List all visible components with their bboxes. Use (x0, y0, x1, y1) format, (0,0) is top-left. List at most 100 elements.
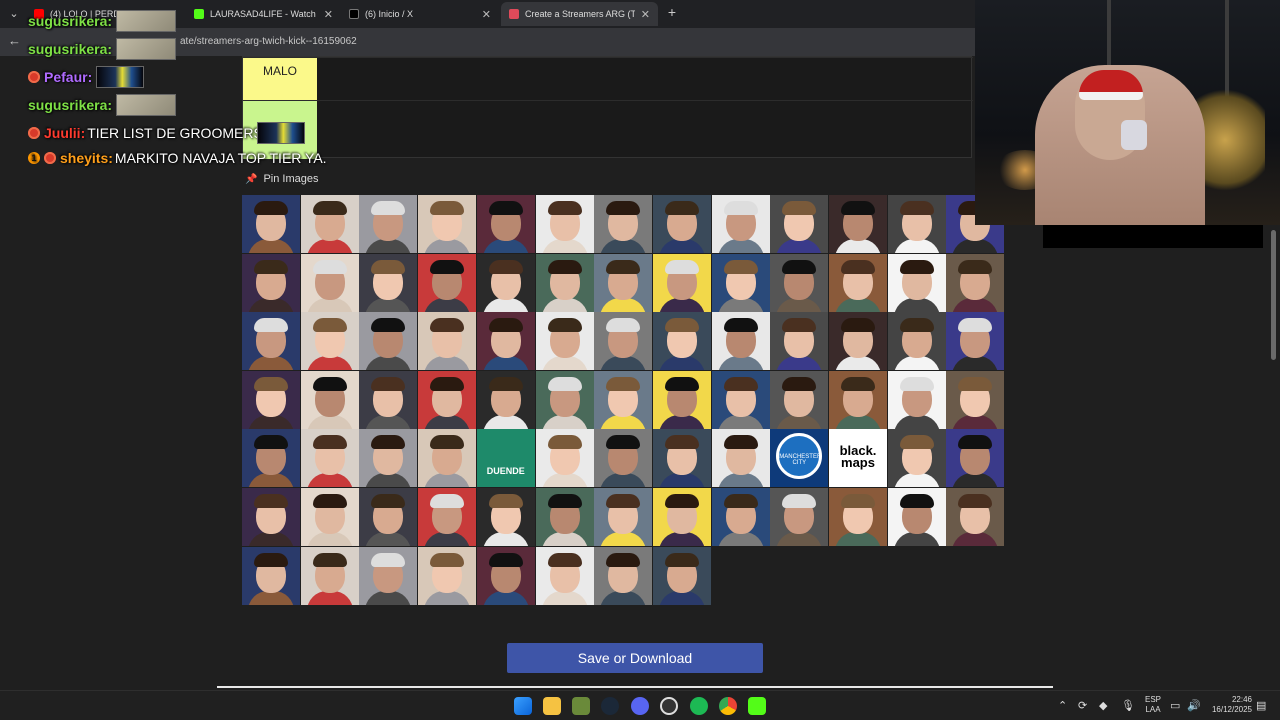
discord-icon[interactable] (631, 697, 649, 715)
security-icon[interactable]: ◆ (1099, 699, 1107, 712)
streamer-image-tile[interactable] (418, 370, 477, 429)
streamer-image-tile[interactable] (594, 312, 653, 371)
scrollbar-thumb[interactable] (1271, 230, 1276, 360)
spotify-icon[interactable] (690, 697, 708, 715)
streamer-image-tile[interactable] (535, 312, 594, 371)
streamer-image-tile[interactable] (711, 195, 770, 253)
streamer-image-tile[interactable] (300, 370, 359, 429)
streamer-image-tile[interactable] (418, 253, 477, 312)
streamer-image-tile[interactable] (535, 195, 594, 253)
system-clock[interactable]: 22:46 16/12/2025 (1206, 695, 1252, 715)
streamer-image-tile[interactable] (594, 546, 653, 605)
streamer-image-tile[interactable] (770, 370, 829, 429)
streamer-image-tile[interactable] (652, 488, 711, 546)
streamer-image-tile[interactable] (476, 546, 535, 605)
streamer-image-tile[interactable] (946, 488, 1005, 546)
windows-start-icon[interactable] (514, 697, 532, 715)
streamer-image-tile[interactable] (359, 312, 418, 371)
url-text[interactable]: ate/streamers-arg-twich-kick--16159062 (180, 36, 357, 47)
streamer-image-tile[interactable] (476, 195, 535, 253)
streamer-image-tile[interactable] (242, 370, 300, 429)
volume-icon[interactable]: 🔊 (1187, 699, 1201, 712)
streamer-image-tile[interactable] (711, 312, 770, 371)
streamer-image-tile[interactable] (359, 429, 418, 488)
streamer-image-tile[interactable] (652, 195, 711, 253)
streamer-image-tile[interactable] (594, 429, 653, 488)
streamer-image-tile[interactable] (418, 488, 477, 546)
streamer-image-tile[interactable] (476, 312, 535, 371)
new-tab-button[interactable]: + (664, 4, 680, 22)
streamer-image-tile[interactable] (711, 488, 770, 546)
obs-icon[interactable] (660, 697, 678, 715)
streamer-image-tile[interactable] (535, 429, 594, 488)
streamer-image-tile[interactable] (594, 253, 653, 312)
streamer-image-tile[interactable] (946, 370, 1005, 429)
streamer-image-tile[interactable] (535, 546, 594, 605)
back-arrow-icon[interactable]: ← (8, 33, 21, 48)
tab-laurasad4life[interactable]: LAURASAD4LIFE - Watch clips a ✕ (186, 2, 341, 26)
streamer-image-tile[interactable] (418, 195, 477, 253)
streamer-image-tile[interactable] (476, 253, 535, 312)
streamer-image-tile[interactable] (652, 429, 711, 488)
tier-label-malo[interactable]: MALO (243, 58, 317, 100)
streamer-image-tile[interactable]: black. maps (829, 429, 887, 488)
streamer-image-tile[interactable] (652, 312, 711, 371)
streamer-image-tile[interactable] (887, 370, 946, 429)
streamer-image-tile[interactable] (300, 253, 359, 312)
streamer-image-tile[interactable] (242, 253, 300, 312)
streamer-image-tile[interactable] (887, 312, 946, 371)
streamer-image-tile[interactable] (887, 195, 946, 253)
streamer-image-tile[interactable] (594, 370, 653, 429)
streamer-image-tile[interactable] (418, 546, 477, 605)
streamer-image-tile[interactable]: DUENDE (476, 429, 535, 488)
tier-row-malo[interactable]: MALO (243, 57, 973, 100)
streamer-image-tile[interactable] (359, 488, 418, 546)
streamer-image-tile[interactable] (418, 429, 477, 488)
streamer-image-tile[interactable] (829, 195, 887, 253)
streamer-image-tile[interactable] (476, 488, 535, 546)
streamer-image-tile[interactable] (652, 370, 711, 429)
streamer-image-tile[interactable] (652, 546, 711, 605)
streamer-image-tile[interactable] (242, 195, 300, 253)
streamer-image-tile[interactable] (829, 488, 887, 546)
streamer-image-tile[interactable] (711, 370, 770, 429)
close-tab-icon[interactable]: ✕ (482, 8, 491, 21)
streamer-image-tile[interactable] (242, 429, 300, 488)
streamer-image-tile[interactable] (300, 429, 359, 488)
pin-images-toggle[interactable]: 📌 Pin Images (245, 173, 318, 185)
streamer-image-tile[interactable] (359, 195, 418, 253)
streamer-image-tile[interactable] (887, 429, 946, 488)
file-explorer-icon[interactable] (543, 697, 561, 715)
streamer-image-tile[interactable] (946, 312, 1005, 371)
tab-search-chevron-icon[interactable]: ⌄ (4, 4, 24, 24)
streamer-image-tile[interactable] (359, 253, 418, 312)
tab-x-inicio[interactable]: (6) Inicio / X ✕ (341, 2, 499, 26)
tier-row-2[interactable] (243, 100, 973, 159)
save-download-button[interactable]: Save or Download (507, 643, 763, 673)
streamer-image-tile[interactable] (770, 195, 829, 253)
streamer-image-tile[interactable] (711, 429, 770, 488)
close-tab-icon[interactable]: ✕ (324, 8, 333, 21)
streamer-image-tile[interactable] (594, 195, 653, 253)
microphone-icon[interactable]: 🎙 (1121, 699, 1135, 712)
streamer-image-tile[interactable] (770, 312, 829, 371)
streamer-image-tile[interactable] (418, 312, 477, 371)
streamer-image-tile[interactable] (300, 195, 359, 253)
streamer-image-tile[interactable]: MANCHESTER CITY (770, 429, 829, 488)
streamer-image-tile[interactable] (300, 488, 359, 546)
streamer-image-tile[interactable] (829, 312, 887, 371)
kick-icon[interactable] (748, 697, 766, 715)
streamer-image-tile[interactable] (242, 488, 300, 546)
streamer-image-tile[interactable] (242, 312, 300, 371)
steam-icon[interactable] (601, 697, 619, 715)
streamer-image-tile[interactable] (300, 546, 359, 605)
close-tab-icon[interactable]: ✕ (641, 8, 650, 21)
streamer-image-tile[interactable] (535, 253, 594, 312)
streamer-image-tile[interactable] (535, 370, 594, 429)
streamer-image-tile[interactable] (476, 370, 535, 429)
streamer-image-tile[interactable] (887, 253, 946, 312)
language-indicator[interactable]: ESP LAA (1145, 695, 1161, 715)
streamer-image-tile[interactable] (829, 370, 887, 429)
streamer-image-tile[interactable] (652, 253, 711, 312)
sync-icon[interactable]: ⟳ (1078, 699, 1087, 712)
